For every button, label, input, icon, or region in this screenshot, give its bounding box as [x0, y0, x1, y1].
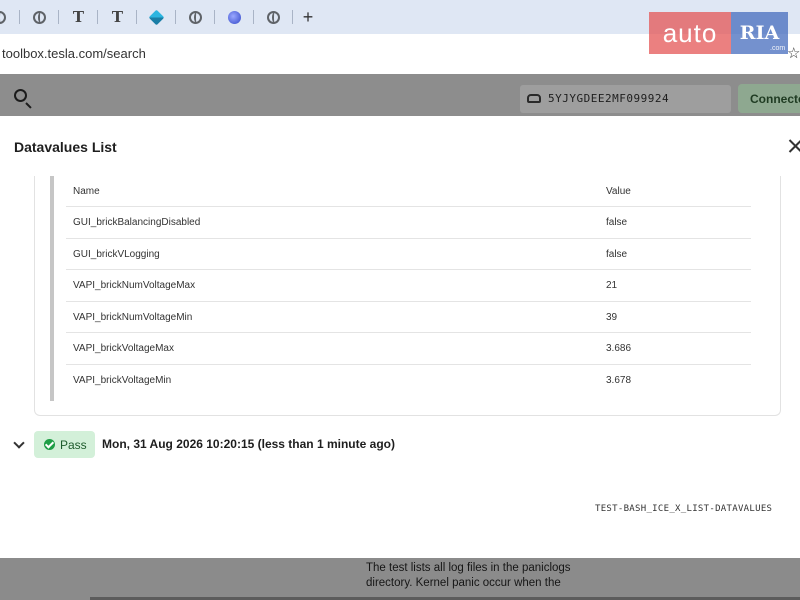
column-header-name: Name	[73, 186, 100, 197]
browser-tab[interactable]	[137, 0, 176, 34]
globe-icon	[0, 10, 6, 24]
test-description: The test lists all log files in the pani…	[366, 561, 606, 591]
table-row: VAPI_brickNumVoltageMax 21	[66, 270, 751, 302]
vehicle-selector[interactable]: 5YJYGDEE2MF099924	[520, 85, 731, 113]
url-text[interactable]: toolbox.tesla.com/search	[2, 46, 146, 61]
cell-name: VAPI_brickVoltageMax	[73, 343, 174, 354]
table-row: VAPI_brickVoltageMax 3.686	[66, 333, 751, 365]
cell-value: 3.678	[606, 374, 632, 386]
browser-tab[interactable]: T	[59, 0, 98, 34]
connected-button[interactable]: Connected	[738, 84, 800, 113]
check-circle-icon	[44, 439, 55, 450]
car-icon	[527, 94, 541, 103]
app-header: 5YJYGDEE2MF099924 Connected	[0, 74, 800, 116]
cell-value: false	[606, 248, 628, 260]
table-row: VAPI_brickNumVoltageMin 39	[66, 302, 751, 333]
tesla-icon: T	[72, 8, 85, 26]
watermark-logo-auto: auto	[649, 12, 731, 54]
datavalues-card: Name Value GUI_brickBalancingDisabled fa…	[34, 176, 781, 416]
cell-name: GUI_brickVLogging	[73, 248, 160, 260]
tesla-icon: T	[111, 8, 124, 26]
table-header: Name Value	[66, 176, 751, 207]
globe-icon	[33, 10, 46, 24]
cell-value: false	[606, 217, 628, 228]
chevron-down-icon[interactable]	[13, 437, 25, 449]
browser-tab[interactable]	[0, 0, 20, 34]
globe-icon	[228, 10, 241, 24]
cell-value: 3.686	[606, 343, 632, 354]
datavalues-modal: Datavalues List Name Value GUI_brickBala…	[0, 116, 800, 558]
globe-icon	[267, 10, 280, 24]
browser-tab[interactable]	[20, 0, 59, 34]
result-timestamp: Mon, 31 Aug 2026 10:20:15 (less than 1 m…	[102, 437, 395, 451]
card-accent-bar	[50, 176, 54, 401]
table-row: GUI_brickVLogging false	[66, 239, 751, 270]
cell-value: 39	[606, 311, 618, 323]
test-id: TEST-BASH_ICE_X_LIST-DATAVALUES	[595, 504, 773, 514]
cell-value: 21	[606, 280, 618, 291]
cube-icon	[148, 9, 165, 25]
modal-title: Datavalues List	[14, 139, 117, 155]
vin-text: 5YJYGDEE2MF099924	[548, 92, 670, 105]
new-tab-button[interactable]: +	[293, 7, 323, 28]
close-icon[interactable]	[787, 138, 800, 154]
search-icon[interactable]	[14, 89, 27, 102]
table-row: VAPI_brickVoltageMin 3.678	[66, 365, 751, 397]
datavalues-table: Name Value GUI_brickBalancingDisabled fa…	[66, 176, 751, 396]
description-line: The test lists all log files in the pani…	[366, 562, 571, 574]
status-badge: Pass	[34, 431, 95, 458]
cell-name: VAPI_brickNumVoltageMax	[73, 280, 196, 291]
table-row: GUI_brickBalancingDisabled false	[66, 207, 751, 239]
cell-name: VAPI_brickNumVoltageMin	[73, 311, 193, 323]
bookmark-star-icon[interactable]: ☆	[787, 44, 800, 62]
watermark-logo-com: .com	[770, 45, 786, 52]
browser-tab[interactable]	[215, 0, 254, 34]
cell-name: VAPI_brickVoltageMin	[73, 374, 172, 386]
status-label: Pass	[60, 438, 87, 452]
column-header-value: Value	[606, 186, 631, 197]
browser-tab[interactable]	[176, 0, 215, 34]
cell-name: GUI_brickBalancingDisabled	[73, 217, 201, 228]
browser-tab[interactable]	[254, 0, 293, 34]
browser-tab[interactable]: T	[98, 0, 137, 34]
globe-icon	[189, 10, 202, 24]
background-content: The test lists all log files in the pani…	[0, 558, 800, 600]
description-line: directory. Kernel panic occur when the	[366, 577, 561, 589]
